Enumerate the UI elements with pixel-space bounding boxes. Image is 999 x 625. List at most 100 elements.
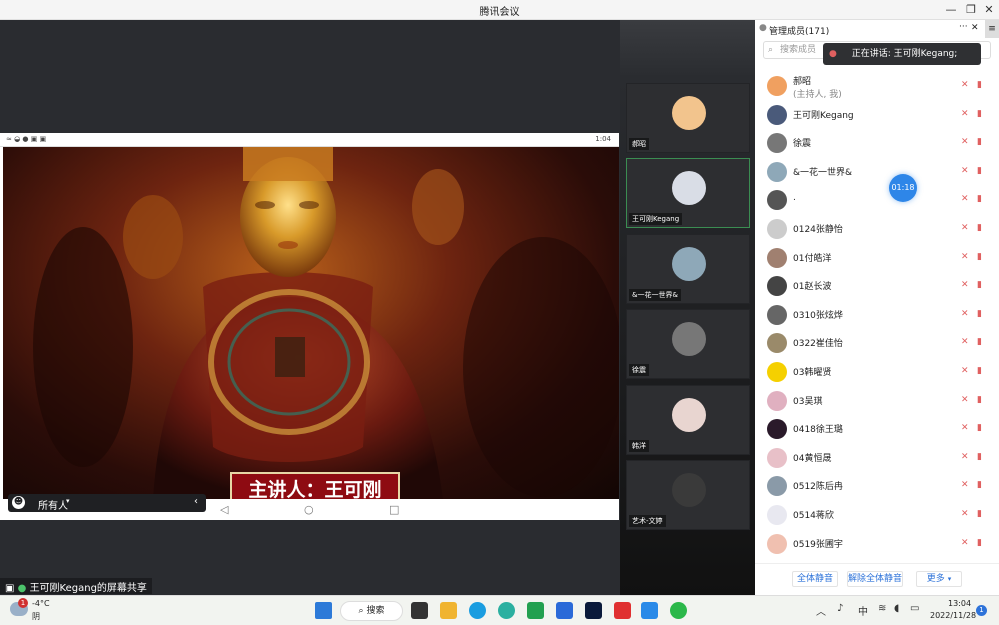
- mic-muted-icon[interactable]: ✕: [961, 109, 969, 119]
- home-icon[interactable]: ○: [304, 503, 314, 516]
- menu-icon[interactable]: ≡: [985, 20, 999, 38]
- chat-bar[interactable]: ☻ 所有人 ▾ ‹: [8, 494, 206, 512]
- camera-off-icon[interactable]: ▮: [977, 309, 982, 319]
- windows-start-icon[interactable]: [315, 602, 332, 619]
- speaking-text: 正在讲话: 王可刚Kegang;: [851, 49, 958, 59]
- camera-off-icon[interactable]: ▮: [977, 223, 982, 233]
- mic-muted-icon[interactable]: ✕: [961, 280, 969, 290]
- mic-muted-icon[interactable]: ✕: [961, 137, 969, 147]
- mic-muted-icon[interactable]: ✕: [961, 452, 969, 462]
- camera-off-icon[interactable]: ▮: [977, 337, 982, 347]
- member-row[interactable]: 0124张静怡 ✕ ▮: [755, 215, 999, 243]
- more-button[interactable]: 更多 ▾: [916, 571, 962, 587]
- more-icon[interactable]: ···: [959, 22, 968, 32]
- video-tile[interactable]: 郝昭: [626, 83, 750, 153]
- ime-indicator[interactable]: 中: [858, 603, 868, 618]
- minimize-icon[interactable]: —: [942, 2, 960, 18]
- timer-bubble[interactable]: 01:18: [889, 174, 917, 202]
- mic-muted-icon[interactable]: ✕: [961, 80, 969, 90]
- tencent-meeting-icon[interactable]: [641, 602, 658, 619]
- member-row[interactable]: 01赵长波 ✕ ▮: [755, 272, 999, 300]
- mic-muted-icon[interactable]: ✕: [961, 194, 969, 204]
- file-explorer-icon[interactable]: [440, 602, 457, 619]
- camera-off-icon[interactable]: ▮: [977, 280, 982, 290]
- member-row[interactable]: 04黄恒晟 ✕ ▮: [755, 444, 999, 472]
- video-tile[interactable]: 艺术-文婷: [626, 460, 750, 530]
- mic-muted-icon[interactable]: ✕: [961, 538, 969, 548]
- member-row[interactable]: 徐震 ✕ ▮: [755, 129, 999, 157]
- ie-icon[interactable]: [469, 602, 486, 619]
- taskbar-search-button[interactable]: ⌕ 搜索: [340, 601, 403, 621]
- collapse-icon[interactable]: ‹: [194, 496, 198, 507]
- video-tile[interactable]: 韩洋: [626, 385, 750, 455]
- member-row[interactable]: 郝昭 (主持人, 我) ✕ ▮: [755, 72, 999, 100]
- close-panel-icon[interactable]: ✕: [971, 23, 979, 33]
- mic-icon[interactable]: ♪: [837, 603, 843, 614]
- wps-icon[interactable]: [614, 602, 631, 619]
- recents-icon[interactable]: □: [389, 503, 399, 516]
- notification-badge[interactable]: 1: [976, 605, 987, 616]
- close-icon[interactable]: ✕: [980, 2, 998, 18]
- panel-footer: 全体静音 解除全体静音 更多 ▾: [755, 563, 999, 595]
- member-row[interactable]: 0512陈后冉 ✕ ▮: [755, 472, 999, 500]
- restore-icon[interactable]: ❐: [962, 2, 980, 18]
- camera-off-icon[interactable]: ▮: [977, 252, 982, 262]
- camera-off-icon[interactable]: ▮: [977, 80, 982, 90]
- mic-muted-icon[interactable]: ✕: [961, 395, 969, 405]
- mic-muted-icon[interactable]: ✕: [961, 337, 969, 347]
- member-row[interactable]: &一花一世界& ✕ ▮: [755, 158, 999, 186]
- task-view-icon[interactable]: [411, 602, 428, 619]
- member-row[interactable]: 03吴琪 ✕ ▮: [755, 387, 999, 415]
- mic-muted-icon[interactable]: ✕: [961, 480, 969, 490]
- edge-icon[interactable]: [498, 602, 515, 619]
- video-tile[interactable]: &一花一世界&: [626, 234, 750, 304]
- member-row[interactable]: 0322崔佳怡 ✕ ▮: [755, 329, 999, 357]
- battery-icon[interactable]: ▭: [910, 603, 919, 614]
- mic-muted-icon[interactable]: ✕: [961, 166, 969, 176]
- mic-muted-icon[interactable]: ✕: [961, 366, 969, 376]
- mic-muted-icon[interactable]: ✕: [961, 423, 969, 433]
- member-row[interactable]: . ✕ ▮: [755, 186, 999, 214]
- avatar: [767, 276, 787, 297]
- dingtalk-icon[interactable]: [556, 602, 573, 619]
- mute-all-button[interactable]: 全体静音: [792, 571, 838, 587]
- video-tile[interactable]: 徐震: [626, 309, 750, 379]
- member-row[interactable]: 0519张圃宇 ✕ ▮: [755, 530, 999, 558]
- camera-off-icon[interactable]: ▮: [977, 538, 982, 548]
- chat-target[interactable]: 所有人: [38, 497, 68, 512]
- member-row[interactable]: 01付皓洋 ✕ ▮: [755, 244, 999, 272]
- camera-off-icon[interactable]: ▮: [977, 166, 982, 176]
- member-row[interactable]: 0514蒋欣 ✕ ▮: [755, 501, 999, 529]
- clock-time[interactable]: 13:04: [948, 599, 971, 608]
- camera-off-icon[interactable]: ▮: [977, 395, 982, 405]
- video-tile[interactable]: 王可刚Kegang: [626, 158, 750, 228]
- back-icon[interactable]: ◁: [220, 503, 228, 516]
- clock-date[interactable]: 2022/11/28: [930, 611, 976, 620]
- camera-off-icon[interactable]: ▮: [977, 480, 982, 490]
- camera-off-icon[interactable]: ▮: [977, 137, 982, 147]
- member-row[interactable]: 王可刚Kegang ✕ ▮: [755, 101, 999, 129]
- mic-muted-icon[interactable]: ✕: [961, 252, 969, 262]
- member-row[interactable]: 03韩曜贤 ✕ ▮: [755, 358, 999, 386]
- mic-muted-icon[interactable]: ✕: [961, 509, 969, 519]
- chevron-up-icon[interactable]: ︿: [816, 603, 826, 618]
- wifi-icon[interactable]: ≋: [878, 603, 886, 614]
- photoshop-icon[interactable]: [585, 602, 602, 619]
- wechat-icon[interactable]: [670, 602, 687, 619]
- member-row[interactable]: 0310张炫烨 ✕ ▮: [755, 301, 999, 329]
- camera-off-icon[interactable]: ▮: [977, 452, 982, 462]
- camera-off-icon[interactable]: ▮: [977, 423, 982, 433]
- camera-off-icon[interactable]: ▮: [977, 509, 982, 519]
- mic-muted-icon[interactable]: ✕: [961, 309, 969, 319]
- unmute-all-button[interactable]: 解除全体静音: [847, 571, 903, 587]
- member-row[interactable]: 0418徐王璐 ✕ ▮: [755, 415, 999, 443]
- emoji-icon[interactable]: ☻: [12, 496, 25, 509]
- app-icon[interactable]: [527, 602, 544, 619]
- chevron-down-icon[interactable]: ▾: [66, 497, 70, 505]
- camera-off-icon[interactable]: ▮: [977, 194, 982, 204]
- camera-off-icon[interactable]: ▮: [977, 366, 982, 376]
- volume-icon[interactable]: ◖: [894, 603, 899, 614]
- person-icon: ●: [759, 23, 767, 33]
- mic-muted-icon[interactable]: ✕: [961, 223, 969, 233]
- camera-off-icon[interactable]: ▮: [977, 109, 982, 119]
